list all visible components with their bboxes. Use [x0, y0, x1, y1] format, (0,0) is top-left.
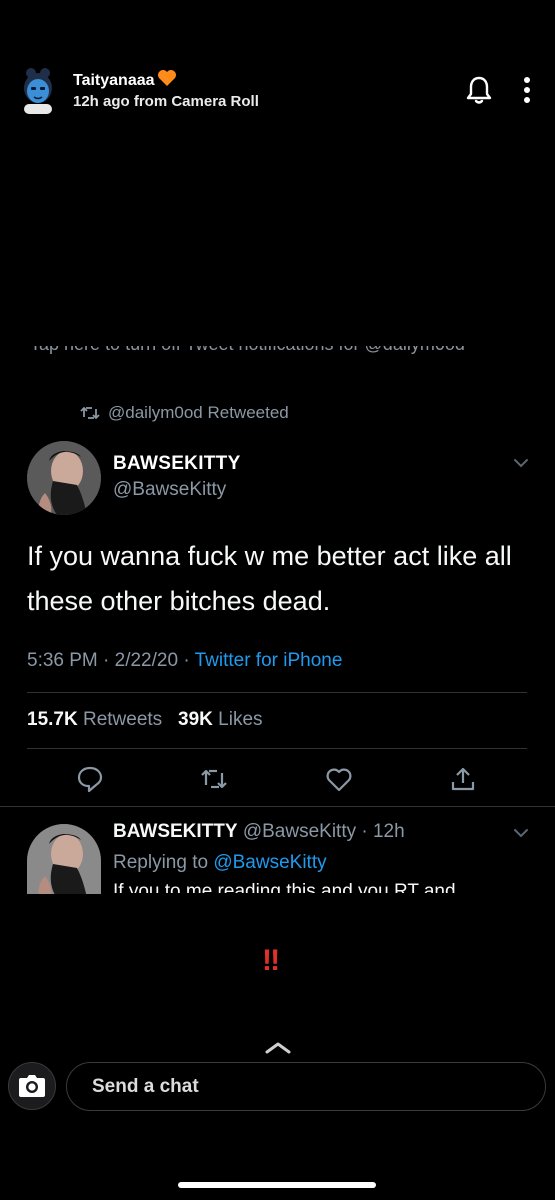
- bitmoji-avatar[interactable]: [16, 66, 60, 116]
- tweet-source-link[interactable]: Twitter for iPhone: [195, 650, 343, 671]
- chevron-down-icon[interactable]: [512, 457, 530, 469]
- bell-icon[interactable]: [464, 74, 494, 106]
- tweet-stats: 15.7K Retweets 39K Likes: [27, 709, 263, 731]
- double-exclamation-emoji: ‼: [262, 944, 280, 977]
- divider: [0, 806, 555, 807]
- likes-stat[interactable]: 39K Likes: [178, 709, 263, 730]
- tweet-author-avatar[interactable]: [27, 441, 101, 515]
- story-username[interactable]: Taityanaaa: [73, 69, 177, 91]
- story-timestamp: 12h ago from Camera Roll: [73, 93, 259, 110]
- camera-button[interactable]: [8, 1062, 56, 1110]
- tweet-timestamp: 5:36 PM · 2/22/20 · Twitter for iPhone: [27, 650, 343, 671]
- notification-line: Tap here to turn off Tweet notifications…: [30, 346, 530, 360]
- like-heart-icon[interactable]: [324, 764, 354, 794]
- retweets-stat[interactable]: 15.7K Retweets: [27, 709, 162, 730]
- reply-text: If you to me reading this and you RT and: [113, 881, 456, 893]
- reply-header: BAWSEKITTY @BawseKitty · 12h: [113, 821, 405, 842]
- replying-to: Replying to @BawseKitty: [113, 852, 327, 873]
- tweet-text: If you wanna fuck w me better act like a…: [27, 541, 512, 616]
- orange-heart-icon: [157, 70, 176, 86]
- tweet-display-name[interactable]: BAWSEKITTY: [113, 453, 241, 475]
- reply-icon[interactable]: [75, 764, 105, 794]
- swipe-up-chevron-icon[interactable]: [264, 1040, 292, 1056]
- divider: [27, 748, 527, 749]
- reply-tweet[interactable]: BAWSEKITTY @BawseKitty · 12h Replying to…: [0, 815, 555, 893]
- retweet-action-icon[interactable]: [199, 764, 229, 794]
- tweet-handle[interactable]: @BawseKitty: [113, 479, 226, 501]
- snapchat-story-screen: Taityanaaa 12h ago from Camera Roll Tap …: [0, 0, 555, 1200]
- send-chat-input[interactable]: Send a chat: [66, 1062, 546, 1111]
- mention-link[interactable]: @BawseKitty: [213, 852, 326, 873]
- story-header: Taityanaaa 12h ago from Camera Roll: [0, 64, 555, 120]
- home-indicator[interactable]: [178, 1182, 376, 1188]
- retweeted-by: @dailym0od Retweeted: [80, 401, 289, 425]
- chat-placeholder: Send a chat: [92, 1076, 199, 1097]
- share-icon[interactable]: [448, 764, 478, 794]
- more-vertical-icon[interactable]: [516, 74, 538, 106]
- retweet-icon: [80, 406, 100, 420]
- divider: [27, 692, 527, 693]
- camera-icon: [19, 1075, 45, 1097]
